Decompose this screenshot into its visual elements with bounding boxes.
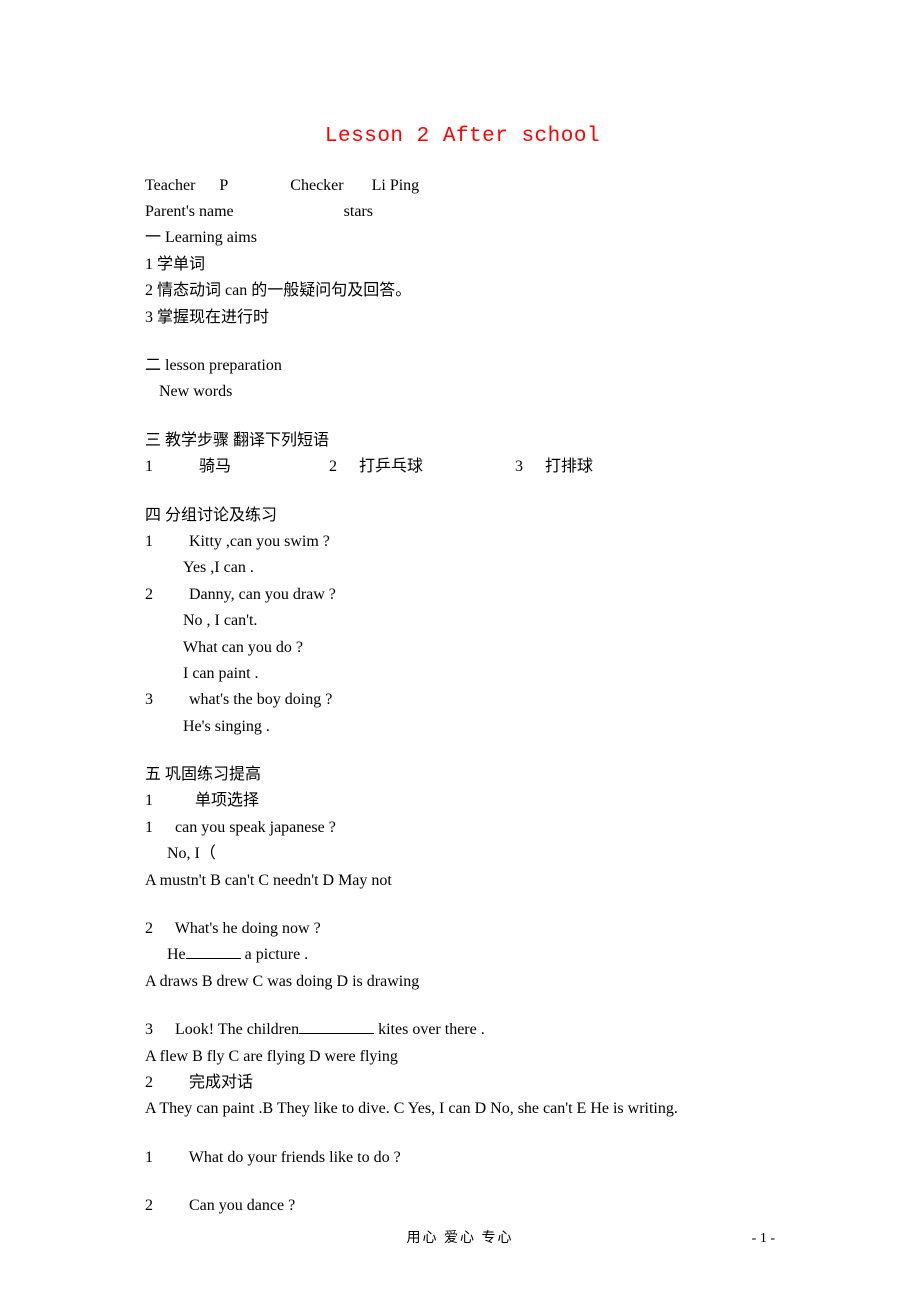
meta-row-1: Teacher P Checker Li Ping [145,173,780,199]
phrase-2-num: 2 [329,458,337,475]
item-number: 2 [145,586,153,603]
spacer [195,173,219,199]
page-footer: 用心 爱心 专心 - 1 - [0,1227,920,1247]
item-number: 2 [145,1197,153,1214]
sub-label: 单项选择 [195,792,259,809]
mc-1-question: 1 can you speak japanese ? [145,815,780,841]
stem-a: He [167,946,186,963]
mc-2-stem: He a picture . [145,942,780,968]
phrase-1: 骑马 [199,458,231,475]
section-1-heading: 一 Learning aims [145,225,780,251]
document-page: Lesson 2 After school Teacher P Checker … [0,0,920,1220]
phrase-3: 打排球 [545,458,593,475]
item-number: 2 [145,920,153,937]
aim-3: 3 掌握现在进行时 [145,305,780,331]
dialog-2-a: No , I can't. [145,608,780,634]
stars-label: stars [344,199,373,225]
item-number: 1 [145,533,153,550]
dialog-2-b: What can you do ? [145,635,780,661]
dialog-text: what's the boy doing ? [189,691,332,708]
mc-1-options: A mustn't B can't C needn't D May not [145,868,780,894]
phrase-3-num: 3 [515,458,523,475]
sub-number: 1 [145,792,153,809]
section-3-heading: 三 教学步骤 翻译下列短语 [145,428,780,454]
mc-1-stem: No, I（ [145,841,780,867]
spacer [228,173,290,199]
answer-bank: A They can paint .B They like to dive. C… [145,1096,780,1122]
sub-number: 2 [145,1074,153,1091]
dialog-2-q: 2 Danny, can you draw ? [145,582,780,608]
item-number: 1 [145,819,153,836]
page-number: - 1 - [752,1231,775,1247]
section-5-heading: 五 巩固练习提高 [145,762,780,788]
spacer [344,173,372,199]
item-number: 3 [145,1021,153,1038]
sub-label: 完成对话 [189,1074,253,1091]
section-2-sub: New words [145,379,780,405]
mc-2-options: A draws B drew C was doing D is drawing [145,969,780,995]
phrase-row: 1 骑马 2 打乒乓球 3 打排球 [145,454,780,480]
teacher-label: Teacher [145,173,195,199]
aim-1: 1 学单词 [145,252,780,278]
dialog-2-c: I can paint . [145,661,780,687]
dialog-1-a: Yes ,I can . [145,555,780,581]
item-number: 1 [145,1149,153,1166]
question-text-a: Look! The children [175,1021,299,1038]
checker-value: Li Ping [372,173,420,199]
item-number: 3 [145,691,153,708]
dialog-3-a: He's singing . [145,714,780,740]
lesson-title: Lesson 2 After school [145,120,780,155]
mc-3-options: A flew B fly C are flying D were flying [145,1044,780,1070]
dialog-3-q: 3 what's the boy doing ? [145,687,780,713]
question-text: Can you dance ? [189,1197,295,1214]
phrase-2: 打乒乓球 [359,458,423,475]
dialog-q1: 1 What do your friends like to do ? [145,1145,780,1171]
teacher-value: P [219,173,228,199]
subsection-1: 1 单项选择 [145,788,780,814]
dialog-text: Danny, can you draw ? [189,586,336,603]
mc-3-question: 3 Look! The children kites over there . [145,1017,780,1043]
answer-blank[interactable] [299,1017,374,1034]
checker-label: Checker [290,173,343,199]
question-text: What do your friends like to do ? [189,1149,401,1166]
phrase-1-num: 1 [145,458,153,475]
mc-2-question: 2 What's he doing now ? [145,916,780,942]
section-4-heading: 四 分组讨论及练习 [145,503,780,529]
section-2-heading: 二 lesson preparation [145,353,780,379]
dialog-q2: 2 Can you dance ? [145,1193,780,1219]
question-text-b: kites over there . [378,1021,485,1038]
question-text: What's he doing now ? [175,920,321,937]
answer-blank[interactable] [186,942,241,959]
question-text: can you speak japanese ? [175,819,336,836]
subsection-2: 2 完成对话 [145,1070,780,1096]
stem-b: a picture . [245,946,309,963]
aim-2: 2 情态动词 can 的一般疑问句及回答。 [145,278,780,304]
meta-row-2: Parent's name stars [145,199,780,225]
spacer [234,199,344,225]
parent-name-label: Parent's name [145,199,234,225]
footer-motto: 用心 爱心 专心 [407,1231,514,1246]
dialog-1-q: 1 Kitty ,can you swim ? [145,529,780,555]
dialog-text: Kitty ,can you swim ? [189,533,330,550]
